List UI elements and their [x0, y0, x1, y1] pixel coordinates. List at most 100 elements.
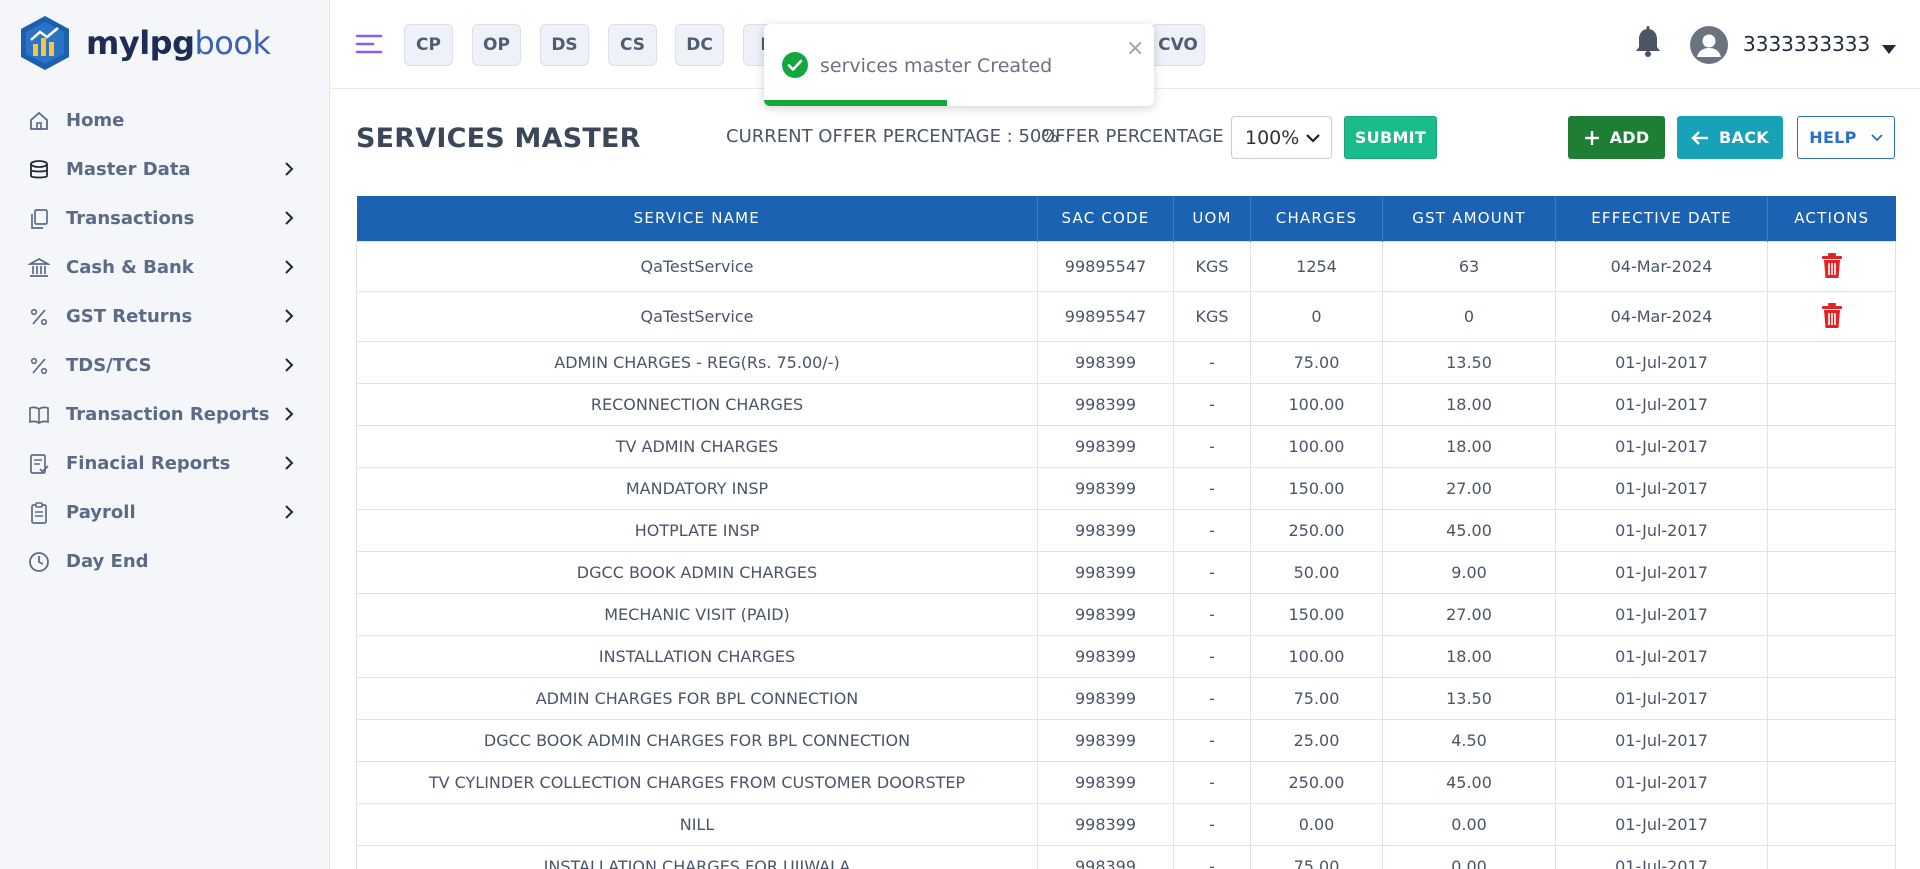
quick-button-cs[interactable]: CS — [608, 24, 657, 66]
sidebar-item-master-data[interactable]: Master Data — [0, 145, 330, 194]
table-row: TV CYLINDER COLLECTION CHARGES FROM CUST… — [356, 760, 1896, 804]
column-header-service-name: SERVICE NAME — [356, 196, 1038, 241]
gst-amount-cell: 45.00 — [1382, 760, 1556, 804]
table-header-row: SERVICE NAME SAC CODE UOM CHARGES GST AMOUNT… — [356, 196, 1896, 241]
percent-icon — [26, 304, 52, 330]
uom-cell: - — [1173, 466, 1251, 510]
submit-button[interactable]: SUBMIT — [1344, 116, 1437, 159]
actions-cell — [1767, 550, 1896, 594]
brand-logo[interactable]: mylpgbook — [16, 14, 271, 72]
table-row: DGCC BOOK ADMIN CHARGES 998399-50.00 9.00 0… — [356, 550, 1896, 594]
service-name-cell: RECONNECTION CHARGES — [356, 382, 1038, 426]
quick-button-cp[interactable]: CP — [404, 24, 453, 66]
help-button[interactable]: HELP — [1797, 116, 1895, 159]
services-table: SERVICE NAME SAC CODE UOM CHARGES GST AMOUNT… — [356, 196, 1896, 869]
brand-name: mylpgbook — [86, 24, 271, 62]
quick-button-dc[interactable]: DC — [675, 24, 724, 66]
sac-code-cell: 99895547 — [1037, 240, 1174, 292]
current-offer-percentage: CURRENT OFFER PERCENTAGE : 50% — [726, 126, 1059, 147]
actions-cell — [1767, 466, 1896, 510]
sidebar-item-label: Home — [66, 110, 125, 131]
table-row: NILL 998399-0.00 0.00 01-Jul-2017 — [356, 802, 1896, 846]
charges-cell: 75.00 — [1250, 340, 1383, 384]
column-header-sac-code: SAC CODE — [1037, 196, 1174, 241]
toast-message: services master Created — [820, 55, 1053, 77]
uom-cell: - — [1173, 844, 1251, 869]
gst-amount-cell: 0 — [1382, 290, 1556, 342]
charges-cell: 25.00 — [1250, 718, 1383, 762]
user-avatar[interactable] — [1690, 26, 1728, 64]
table-row: TV ADMIN CHARGES 998399-100.00 18.00 01-Jul… — [356, 424, 1896, 468]
table-row: MECHANIC VISIT (PAID) 998399-150.00 27.00 0… — [356, 592, 1896, 636]
service-name-cell: DGCC BOOK ADMIN CHARGES FOR BPL CONNECTI… — [356, 718, 1038, 762]
delete-icon[interactable] — [1820, 303, 1844, 329]
charges-cell: 75.00 — [1250, 844, 1383, 869]
actions-cell — [1767, 424, 1896, 468]
bank-icon — [26, 255, 52, 281]
sac-code-cell: 998399 — [1037, 760, 1174, 804]
sac-code-cell: 998399 — [1037, 550, 1174, 594]
add-button-label: ADD — [1609, 128, 1650, 147]
chevron-right-icon — [280, 454, 298, 472]
offer-percentage-label: OFFER PERCENTAGE : — [1041, 126, 1236, 147]
table-row: RECONNECTION CHARGES 998399-100.00 18.00 01… — [356, 382, 1896, 426]
quick-button-op[interactable]: OP — [472, 24, 521, 66]
home-icon — [26, 108, 52, 134]
arrow-left-icon — [1691, 130, 1709, 145]
gst-amount-cell: 63 — [1382, 240, 1556, 292]
service-name-cell: INSTALLATION CHARGES FOR UJJWALA — [356, 844, 1038, 869]
back-button[interactable]: BACK — [1677, 116, 1783, 159]
service-name-cell: QaTestService — [356, 290, 1038, 342]
caret-down-icon[interactable] — [1882, 40, 1896, 54]
column-header-gst-amount: GST AMOUNT — [1382, 196, 1556, 241]
gst-amount-cell: 13.50 — [1382, 676, 1556, 720]
uom-cell: - — [1173, 340, 1251, 384]
effective-date-cell: 01-Jul-2017 — [1555, 760, 1768, 804]
uom-cell: - — [1173, 760, 1251, 804]
sidebar-item-payroll[interactable]: Payroll — [0, 488, 330, 537]
sidebar-item-cash-bank[interactable]: Cash & Bank — [0, 243, 330, 292]
user-name[interactable]: 3333333333 — [1743, 32, 1870, 56]
charges-cell: 1254 — [1250, 240, 1383, 292]
sidebar-item-label: TDS/TCS — [66, 355, 152, 376]
actions-cell — [1767, 290, 1896, 342]
sidebar-item-finacial-reports[interactable]: Finacial Reports — [0, 439, 330, 488]
sidebar-item-tds-tcs[interactable]: TDS/TCS — [0, 341, 330, 390]
gst-amount-cell: 4.50 — [1382, 718, 1556, 762]
notification-bell-icon[interactable] — [1633, 26, 1663, 58]
toast-close-button[interactable]: × — [1126, 38, 1144, 60]
plus-icon — [1584, 130, 1599, 145]
quick-button-ds[interactable]: DS — [540, 24, 589, 66]
gst-amount-cell: 13.50 — [1382, 340, 1556, 384]
sidebar-item-day-end[interactable]: Day End — [0, 537, 330, 586]
sidebar-item-transaction-reports[interactable]: Transaction Reports — [0, 390, 330, 439]
sidebar-item-home[interactable]: Home — [0, 96, 330, 145]
sac-code-cell: 99895547 — [1037, 290, 1174, 342]
sidebar-item-transactions[interactable]: Transactions — [0, 194, 330, 243]
menu-toggle-icon[interactable] — [355, 30, 383, 58]
chevron-right-icon — [280, 160, 298, 178]
column-header-uom: UOM — [1173, 196, 1251, 241]
uom-cell: - — [1173, 508, 1251, 552]
percent-icon — [26, 353, 52, 379]
chevron-right-icon — [280, 307, 298, 325]
gst-amount-cell: 27.00 — [1382, 592, 1556, 636]
chevron-right-icon — [280, 258, 298, 276]
offer-percentage-select[interactable]: 100% — [1231, 116, 1332, 159]
table-row: QaTestService 99895547 KGS 0 0 04-Mar-2024 — [356, 290, 1896, 342]
uom-cell: KGS — [1173, 290, 1251, 342]
service-name-cell: ADMIN CHARGES FOR BPL CONNECTION — [356, 676, 1038, 720]
charges-cell: 100.00 — [1250, 424, 1383, 468]
delete-icon[interactable] — [1820, 253, 1844, 279]
sidebar-item-gst-returns[interactable]: GST Returns — [0, 292, 330, 341]
success-toast: services master Created × — [764, 24, 1154, 106]
column-header-charges: CHARGES — [1250, 196, 1383, 241]
table-row: INSTALLATION CHARGES 998399-100.00 18.00 01… — [356, 634, 1896, 678]
add-button[interactable]: ADD — [1568, 116, 1665, 159]
column-header-effective-date: EFFECTIVE DATE — [1555, 196, 1768, 241]
effective-date-cell: 01-Jul-2017 — [1555, 676, 1768, 720]
gst-amount-cell: 0.00 — [1382, 802, 1556, 846]
uom-cell: KGS — [1173, 240, 1251, 292]
quick-button-cvo[interactable]: CVO — [1151, 24, 1205, 66]
charges-cell: 250.00 — [1250, 508, 1383, 552]
